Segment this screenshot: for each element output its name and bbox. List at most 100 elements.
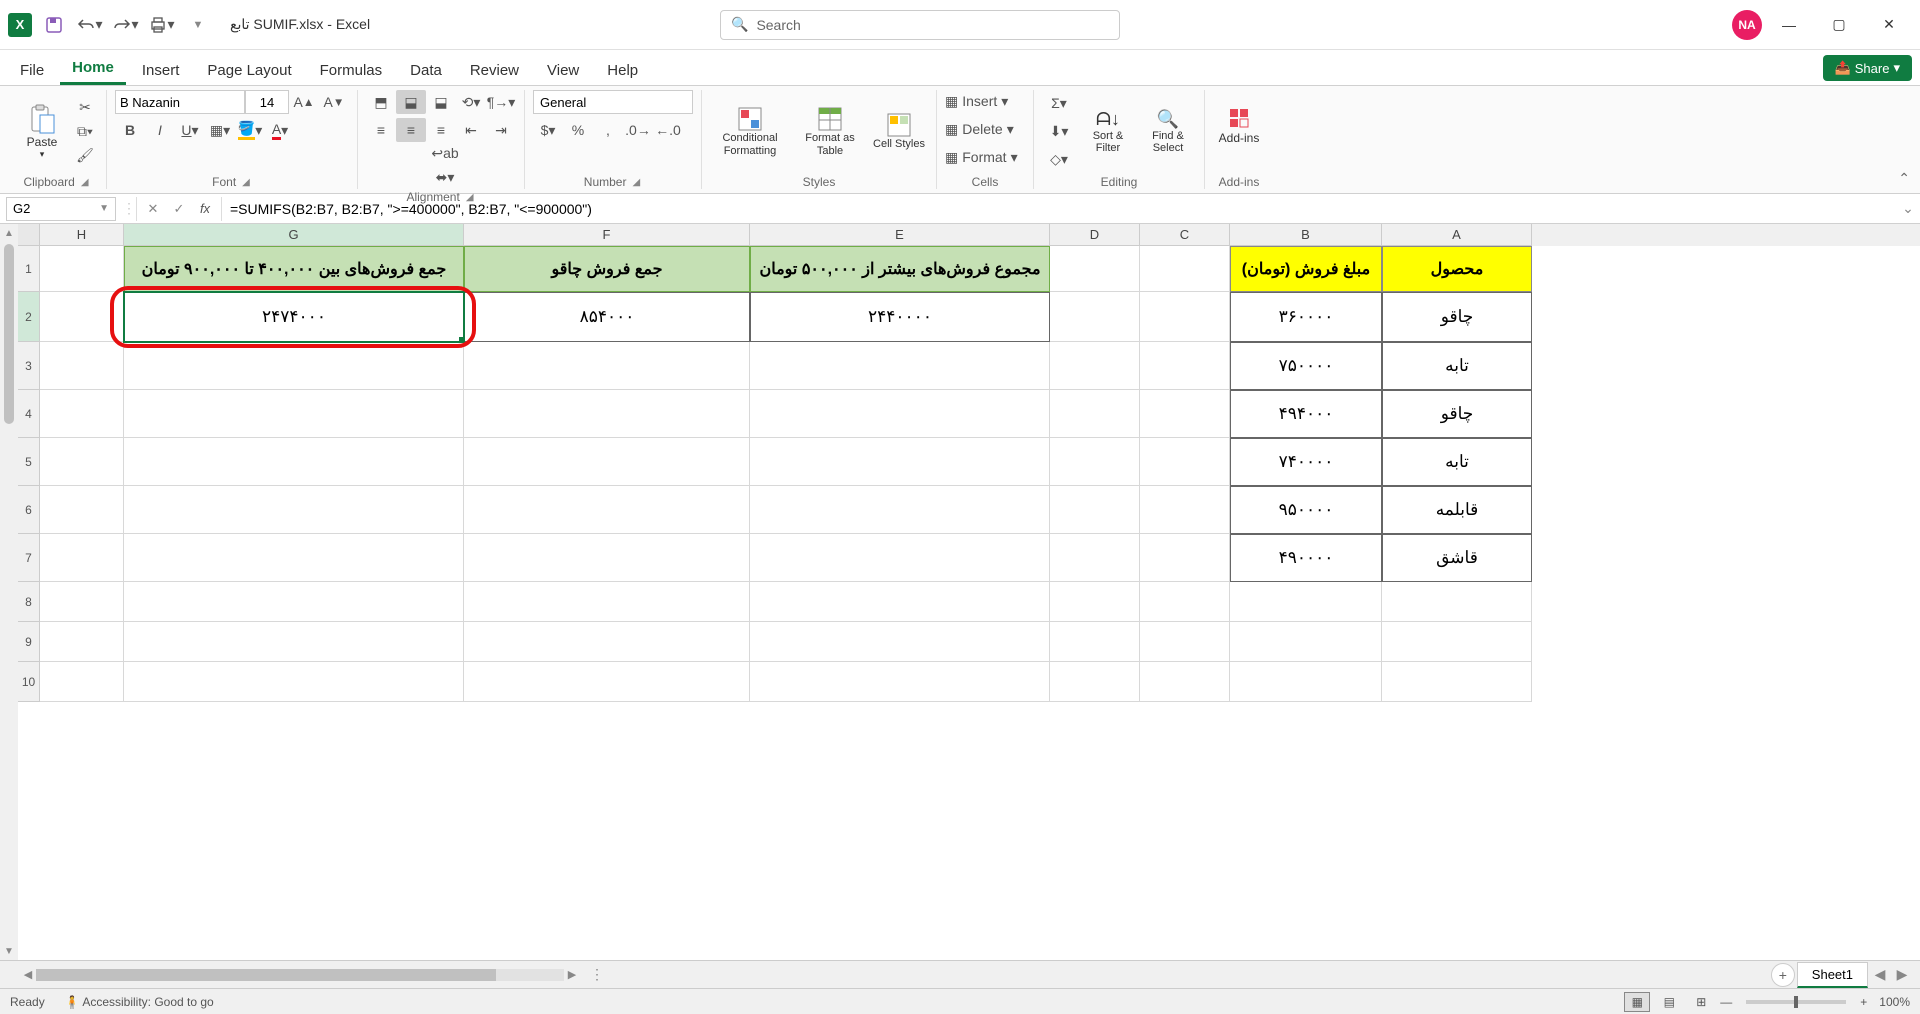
row-header-3[interactable]: 3	[18, 342, 40, 390]
cell-G3[interactable]	[124, 342, 464, 390]
col-header-D[interactable]: D	[1050, 224, 1140, 246]
bold-button[interactable]: B	[115, 118, 145, 142]
scroll-up-icon[interactable]: ▲	[0, 224, 18, 242]
cell-G9[interactable]	[124, 622, 464, 662]
cell-H6[interactable]	[40, 486, 124, 534]
row-header-10[interactable]: 10	[18, 662, 40, 702]
cell-E4[interactable]	[750, 390, 1050, 438]
col-header-E[interactable]: E	[750, 224, 1050, 246]
col-header-F[interactable]: F	[464, 224, 750, 246]
cell-D9[interactable]	[1050, 622, 1140, 662]
number-launcher-icon[interactable]: ◢	[630, 177, 642, 188]
cell-B2[interactable]: ۳۶۰۰۰۰	[1230, 292, 1382, 342]
tab-help[interactable]: Help	[595, 56, 650, 85]
cell-F1[interactable]: جمع فروش چاقو	[464, 246, 750, 292]
cell-A5[interactable]: تابه	[1382, 438, 1532, 486]
cell-H8[interactable]	[40, 582, 124, 622]
format-as-table-button[interactable]: Format as Table	[794, 97, 866, 167]
cell-B1[interactable]: مبلغ فروش (تومان)	[1230, 246, 1382, 292]
cell-E2[interactable]: ۲۴۴۰۰۰۰	[750, 292, 1050, 342]
cell-C1[interactable]	[1140, 246, 1230, 292]
redo-icon[interactable]: ▾	[112, 11, 140, 39]
row-header-6[interactable]: 6	[18, 486, 40, 534]
search-input[interactable]: 🔍 Search	[720, 10, 1120, 40]
cell-B9[interactable]	[1230, 622, 1382, 662]
autosum-icon[interactable]: Σ▾	[1042, 93, 1076, 115]
increase-decimal-icon[interactable]: .0→	[623, 118, 653, 142]
row-header-5[interactable]: 5	[18, 438, 40, 486]
tab-page-layout[interactable]: Page Layout	[195, 56, 303, 85]
cell-A7[interactable]: قاشق	[1382, 534, 1532, 582]
enter-formula-icon[interactable]: ✓	[167, 197, 191, 221]
clear-icon[interactable]: ◇▾	[1042, 149, 1076, 171]
cell-F9[interactable]	[464, 622, 750, 662]
cell-E8[interactable]	[750, 582, 1050, 622]
cell-E9[interactable]	[750, 622, 1050, 662]
cell-A3[interactable]: تابه	[1382, 342, 1532, 390]
cell-D1[interactable]	[1050, 246, 1140, 292]
align-left-icon[interactable]: ≡	[366, 118, 396, 142]
cell-C4[interactable]	[1140, 390, 1230, 438]
cell-C10[interactable]	[1140, 662, 1230, 702]
format-cells-button[interactable]: ▦ Format ▾	[945, 146, 1025, 168]
cell-C3[interactable]	[1140, 342, 1230, 390]
cell-C9[interactable]	[1140, 622, 1230, 662]
fill-icon[interactable]: ⬇▾	[1042, 121, 1076, 143]
sheet-tab-1[interactable]: Sheet1	[1797, 962, 1868, 988]
underline-button[interactable]: U▾	[175, 118, 205, 142]
increase-font-icon[interactable]: A▲	[289, 90, 319, 114]
cell-B5[interactable]: ۷۴۰۰۰۰	[1230, 438, 1382, 486]
cell-D7[interactable]	[1050, 534, 1140, 582]
cell-E1[interactable]: مجموع فروش‌های بیشتر از ۵۰۰,۰۰۰ تومان	[750, 246, 1050, 292]
cancel-formula-icon[interactable]: ✕	[141, 197, 165, 221]
cell-D4[interactable]	[1050, 390, 1140, 438]
fx-icon[interactable]: fx	[193, 197, 217, 221]
font-launcher-icon[interactable]: ◢	[240, 177, 252, 188]
cell-C7[interactable]	[1140, 534, 1230, 582]
qat-overflow-icon[interactable]: ▼	[184, 11, 212, 39]
cell-H4[interactable]	[40, 390, 124, 438]
close-button[interactable]: ✕	[1866, 10, 1912, 40]
row-header-4[interactable]: 4	[18, 390, 40, 438]
cell-B8[interactable]	[1230, 582, 1382, 622]
cell-styles-button[interactable]: Cell Styles	[870, 97, 928, 167]
cell-C6[interactable]	[1140, 486, 1230, 534]
decrease-indent-icon[interactable]: ⇤	[456, 118, 486, 142]
cell-B7[interactable]: ۴۹۰۰۰۰	[1230, 534, 1382, 582]
cell-E5[interactable]	[750, 438, 1050, 486]
cell-A9[interactable]	[1382, 622, 1532, 662]
zoom-in-button[interactable]: +	[1860, 995, 1867, 1009]
col-header-G[interactable]: G	[124, 224, 464, 246]
row-header-2[interactable]: 2	[18, 292, 40, 342]
cell-A6[interactable]: قابلمه	[1382, 486, 1532, 534]
cell-F4[interactable]	[464, 390, 750, 438]
cell-C8[interactable]	[1140, 582, 1230, 622]
tab-nav-left-icon[interactable]: ◀	[1870, 966, 1890, 983]
copy-icon[interactable]: ⧉▾	[72, 121, 98, 143]
sort-filter-button[interactable]: ᗩ↓Sort & Filter	[1080, 97, 1136, 167]
align-center-icon[interactable]: ≡	[396, 118, 426, 142]
cell-E10[interactable]	[750, 662, 1050, 702]
share-button[interactable]: 📤 Share ▾	[1823, 55, 1912, 81]
insert-cells-button[interactable]: ▦ Insert ▾	[945, 90, 1025, 112]
undo-icon[interactable]: ▾	[76, 11, 104, 39]
cell-G10[interactable]	[124, 662, 464, 702]
cell-G7[interactable]	[124, 534, 464, 582]
row-header-9[interactable]: 9	[18, 622, 40, 662]
cell-F10[interactable]	[464, 662, 750, 702]
cell-E3[interactable]	[750, 342, 1050, 390]
cell-D3[interactable]	[1050, 342, 1140, 390]
name-box[interactable]: G2▼	[6, 197, 116, 221]
page-layout-view-icon[interactable]: ▤	[1656, 992, 1682, 1012]
conditional-formatting-button[interactable]: Conditional Formatting	[710, 97, 790, 167]
zoom-level[interactable]: 100%	[1879, 995, 1910, 1009]
cell-B6[interactable]: ۹۵۰۰۰۰	[1230, 486, 1382, 534]
scroll-right-icon[interactable]: ▶	[564, 968, 580, 981]
minimize-button[interactable]: —	[1766, 10, 1812, 40]
row-header-1[interactable]: 1	[18, 246, 40, 292]
cell-A2[interactable]: چاقو	[1382, 292, 1532, 342]
align-right-icon[interactable]: ≡	[426, 118, 456, 142]
align-top-icon[interactable]: ⬒	[366, 90, 396, 114]
col-header-C[interactable]: C	[1140, 224, 1230, 246]
find-select-button[interactable]: 🔍Find & Select	[1140, 97, 1196, 167]
